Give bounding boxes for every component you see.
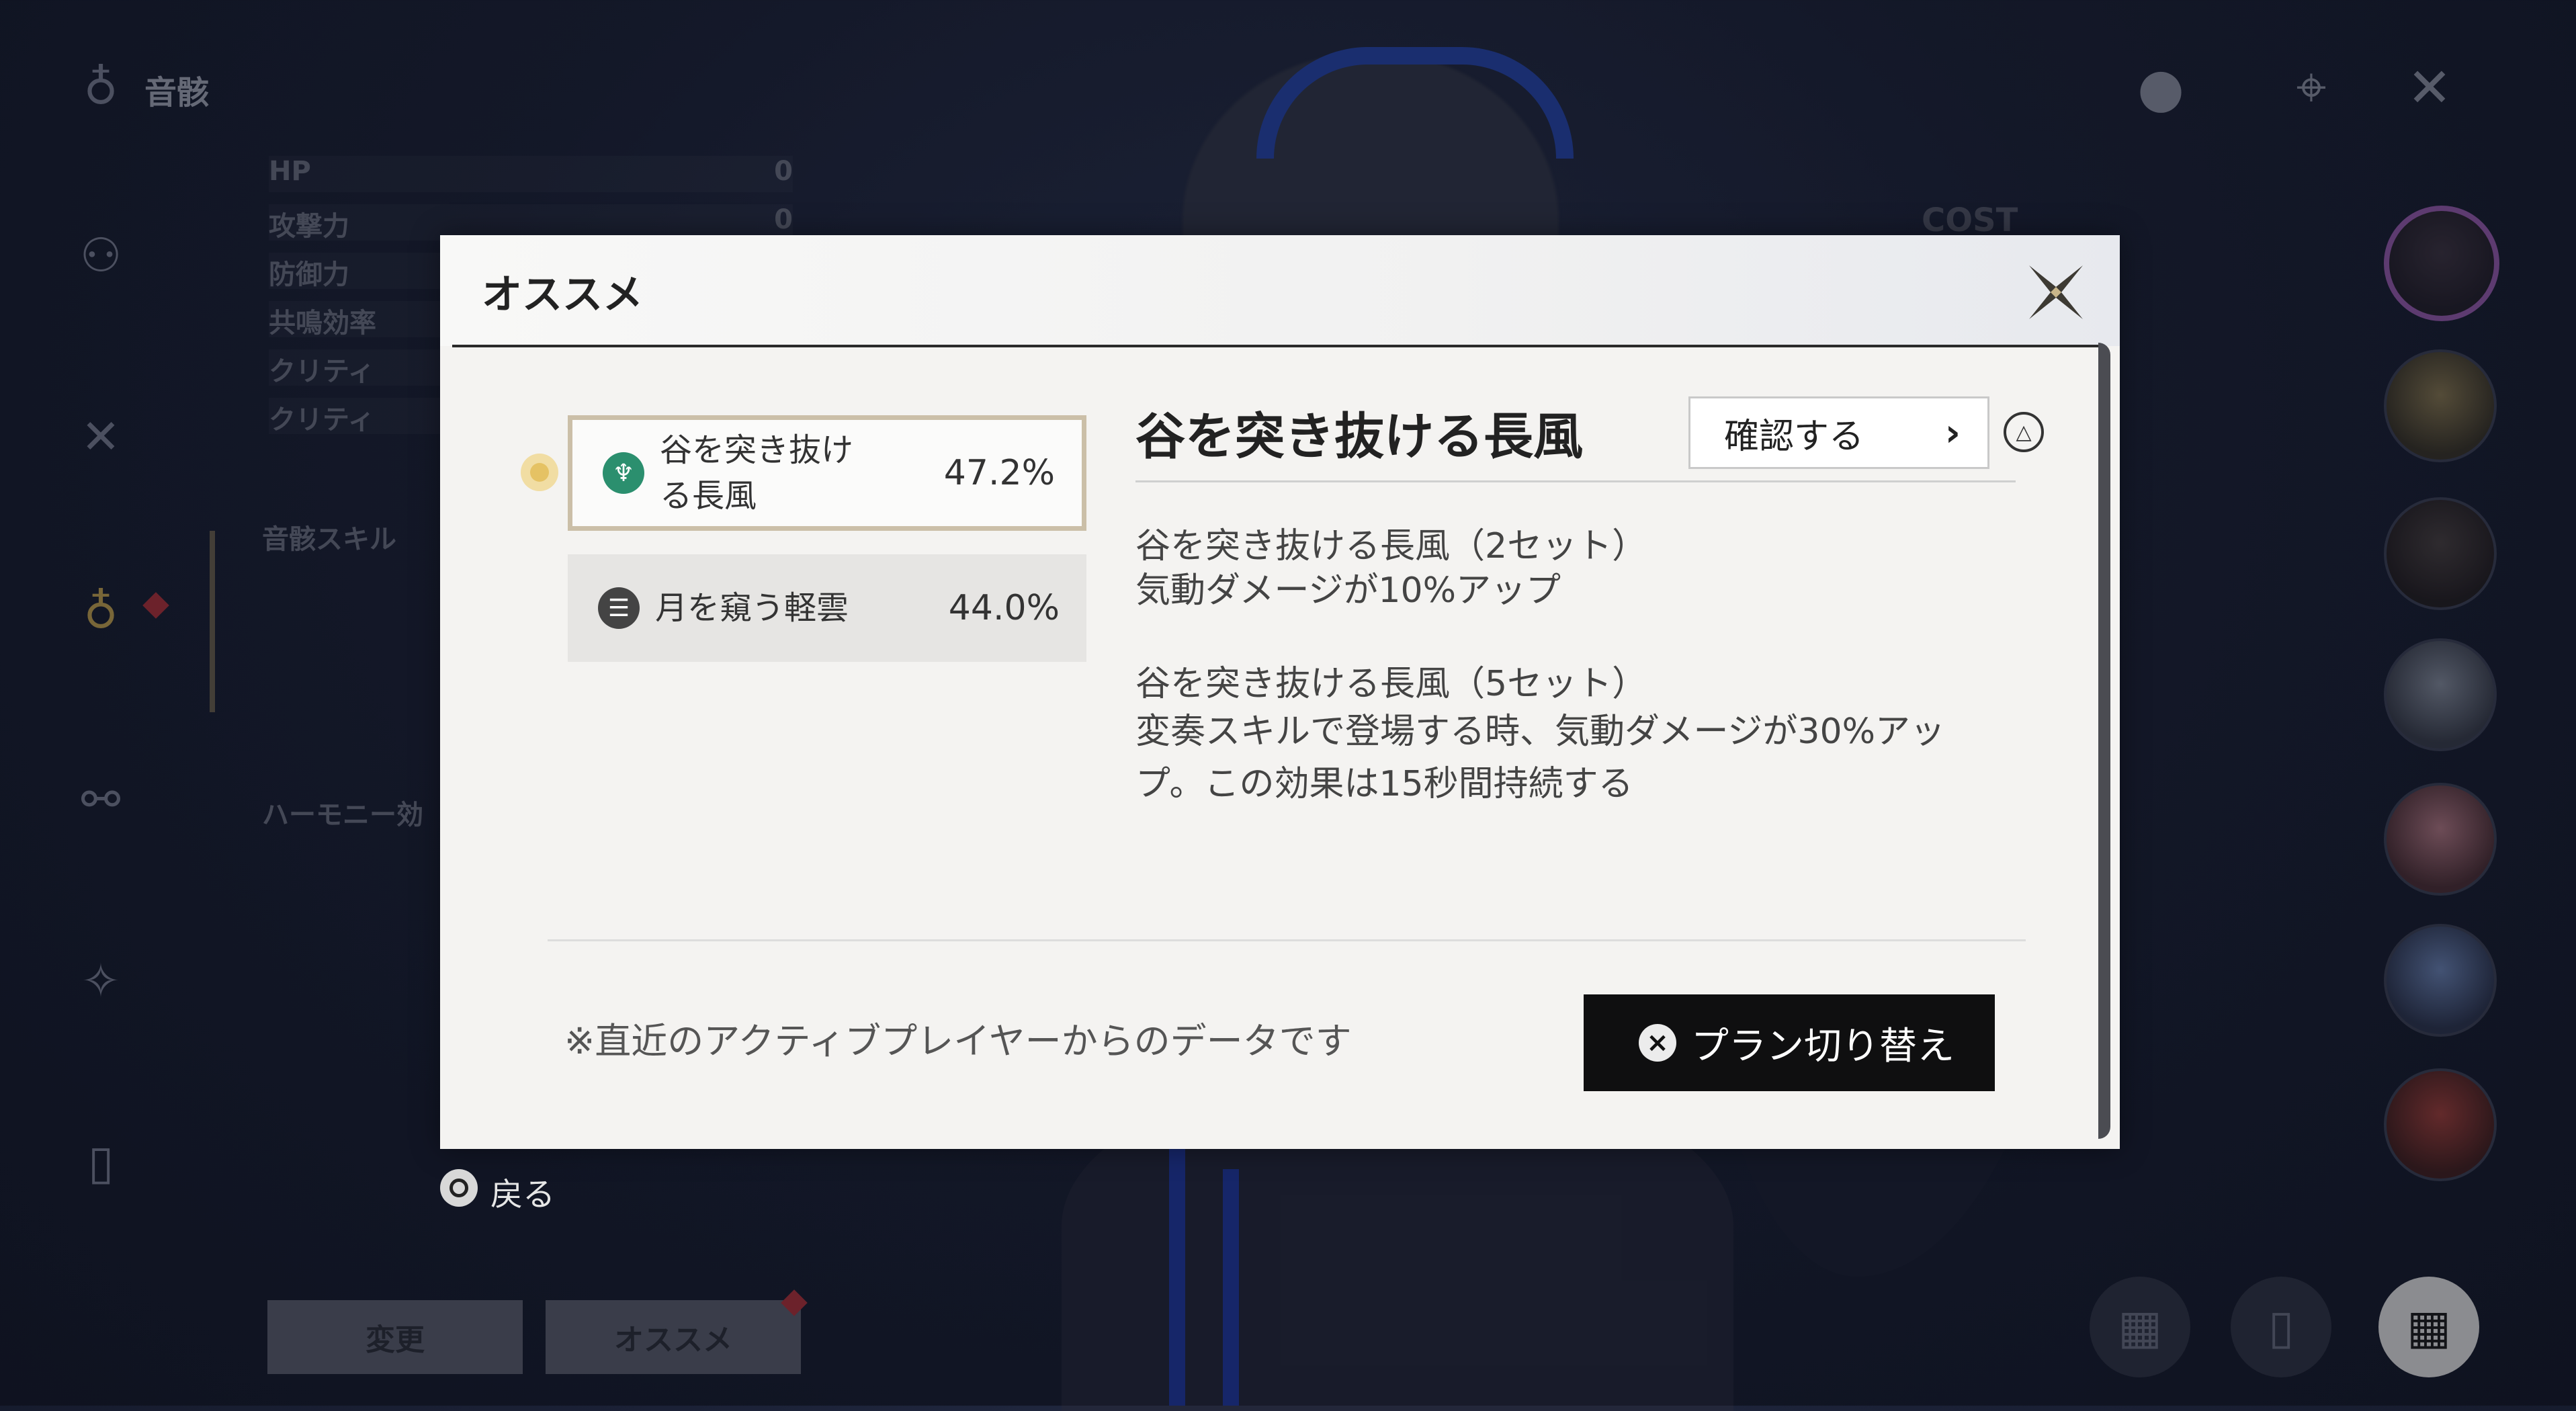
detail-divider (1135, 480, 2016, 482)
dialog-header-divider (452, 345, 2098, 347)
confirm-button[interactable]: 確認する › (1688, 396, 1989, 469)
selected-indicator (521, 454, 558, 491)
effect-2pc-text: 気動ダメージが10%アップ (1135, 570, 1561, 611)
dialog-edge (2098, 343, 2110, 1139)
set-percent: 47.2% (943, 453, 1055, 493)
effect-5pc-title: 谷を突き抜ける長風（5セット） (1135, 664, 1647, 704)
data-source-note: ※直近のアクティブプレイヤーからのデータです (564, 1020, 1352, 1062)
effect-2pc-title: 谷を突き抜ける長風（2セット） (1135, 526, 1647, 566)
footer-divider (548, 939, 2026, 941)
set-percent: 44.0% (948, 588, 1060, 628)
set-option-2[interactable]: ☰ 月を窺う軽雲 44.0% (568, 554, 1086, 662)
set-option-1[interactable]: ♆ 谷を突き抜ける長風 47.2% (568, 415, 1086, 531)
switch-plan-button[interactable]: × プラン切り替え (1584, 994, 1995, 1091)
effect-5pc-text: 変奏スキルで登場する時、気動ダメージが30%アップ。この効果は15秒間持続する (1135, 712, 1945, 804)
dialog-close-button[interactable] (2019, 255, 2093, 329)
confirm-label: 確認する (1724, 416, 1864, 457)
recommend-dialog: オススメ ♆ 谷を突き抜ける長風 47.2% ☰ 月を窺う軽雲 44.0% 谷を… (440, 235, 2120, 1149)
dialog-title: オススメ (482, 271, 643, 318)
triangle-button-icon[interactable]: △ (2004, 412, 2044, 452)
set-name: 月を窺う軽雲 (655, 589, 849, 627)
switch-plan-label: プラン切り替え (1691, 1024, 1955, 1068)
cross-button-icon: × (1639, 1024, 1676, 1062)
close-icon (2029, 265, 2083, 319)
back-label[interactable]: 戻る (490, 1168, 555, 1215)
dialog-header (440, 235, 2120, 346)
chevron-right-icon: › (1944, 411, 1961, 455)
set-name: 谷を突き抜ける長風 (660, 431, 854, 515)
cloud-set-icon: ☰ (598, 587, 640, 629)
detail-title: 谷を突き抜ける長風 (1135, 408, 1583, 466)
aero-set-icon: ♆ (603, 452, 644, 494)
circle-button-icon[interactable] (440, 1169, 478, 1207)
